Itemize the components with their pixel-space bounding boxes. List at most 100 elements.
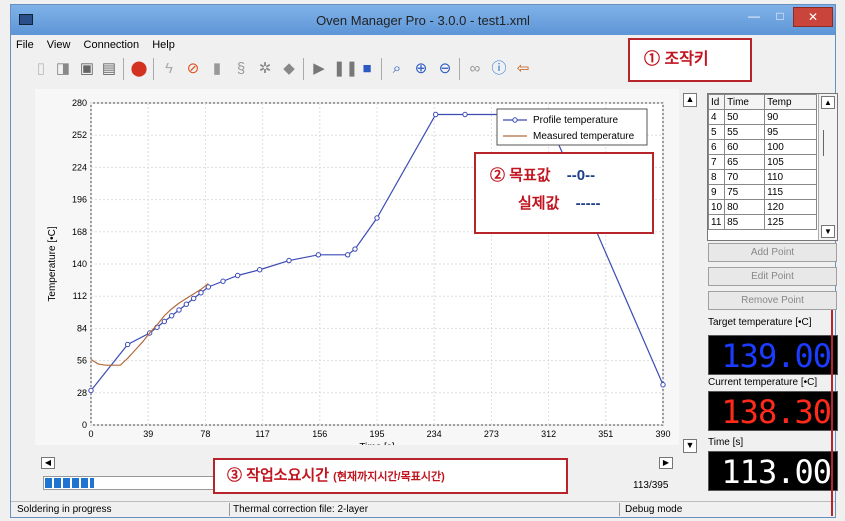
annotation-label: 작업소요시간 xyxy=(246,467,329,484)
annotation-number: ③ xyxy=(227,467,243,484)
fan-icon[interactable]: ✲ xyxy=(255,58,275,80)
scroll-left-button[interactable]: ◀ xyxy=(41,457,55,469)
maximize-button[interactable]: □ xyxy=(767,7,793,27)
zoom-in-icon[interactable]: ⊕ xyxy=(411,58,431,80)
profile-point[interactable] xyxy=(660,382,666,388)
zoom-fit-icon[interactable]: ⌕ xyxy=(387,58,407,80)
cell-id: 4 xyxy=(707,109,726,125)
save-as-icon[interactable]: ▤ xyxy=(99,58,119,80)
cell-temp: 110 xyxy=(764,169,818,185)
cell-time: 65 xyxy=(724,154,766,170)
open-icon[interactable]: ◨ xyxy=(53,58,73,80)
cell-id: 5 xyxy=(707,124,726,140)
lightning-icon[interactable]: ϟ xyxy=(159,58,179,80)
remove-point-button[interactable]: Remove Point xyxy=(708,291,837,310)
profile-point[interactable] xyxy=(176,307,182,313)
table-scroll-thumb[interactable] xyxy=(823,130,833,156)
menu-connection[interactable]: Connection xyxy=(79,37,145,53)
steam-icon[interactable]: § xyxy=(231,58,251,80)
play-icon[interactable]: ▶ xyxy=(309,58,329,80)
table-scroll-down-button[interactable]: ▼ xyxy=(821,225,835,238)
close-button[interactable]: ✕ xyxy=(793,7,833,27)
profile-point[interactable] xyxy=(256,267,263,273)
progress-bar xyxy=(43,476,215,490)
chart-scroll-down-button[interactable]: ▼ xyxy=(683,439,697,453)
profile-point[interactable] xyxy=(161,318,168,325)
profile-point[interactable] xyxy=(88,387,94,394)
status-text: Soldering in progress xyxy=(17,504,112,515)
y-tick-label: 224 xyxy=(72,162,87,172)
profile-point[interactable] xyxy=(374,215,380,221)
profile-point[interactable] xyxy=(168,313,175,319)
legend-label: Measured temperature xyxy=(533,131,635,142)
table-row[interactable]: 11 85 125 xyxy=(707,214,818,230)
annotation-actual-label: 실제값 xyxy=(518,195,560,212)
x-tick-label: 390 xyxy=(655,429,670,439)
chart-svg: 0 39 78 117 156 195 234 273 312 351 390 0 28 56 84 112 1… xyxy=(47,98,671,453)
menu-view[interactable]: View xyxy=(42,37,76,53)
cell-id: 8 xyxy=(707,169,726,185)
annotation-label: 조작키 xyxy=(664,51,709,68)
x-tick-label: 351 xyxy=(598,429,613,439)
info-icon[interactable]: ⓘ xyxy=(489,58,509,80)
y-axis-label: Temperature [•C] xyxy=(47,226,58,301)
edit-point-button[interactable]: Edit Point xyxy=(708,267,837,286)
table-row[interactable]: 9 75 115 xyxy=(707,184,818,200)
profile-point[interactable] xyxy=(198,290,204,296)
y-tick-label: 112 xyxy=(73,291,87,301)
x-tick-label: 78 xyxy=(200,429,210,439)
points-table-panel: Id Time Temp 4 50 90 5 55 95 6 60 100 7 65 105 8 70 11… xyxy=(707,93,838,241)
current-temperature-label: Current temperature [•C] xyxy=(708,377,818,388)
legend-label: Profile temperature xyxy=(533,115,618,126)
x-tick-label: 0 xyxy=(88,429,93,439)
pause-icon[interactable]: ❚❚ xyxy=(333,58,358,80)
device-icon[interactable]: ▮ xyxy=(207,58,227,80)
profile-point[interactable] xyxy=(190,295,197,302)
link-icon[interactable]: ∞ xyxy=(465,58,485,80)
stop-icon[interactable]: ■ xyxy=(357,58,377,80)
zoom-out-icon[interactable]: ⊖ xyxy=(435,58,455,80)
profile-point[interactable] xyxy=(234,272,241,279)
annotation-number: ① xyxy=(644,51,661,68)
x-tick-label: 234 xyxy=(427,429,442,439)
new-icon[interactable]: ▯ xyxy=(31,58,51,80)
profile-point[interactable] xyxy=(344,252,351,258)
points-table[interactable]: Id Time Temp 4 50 90 5 55 95 6 60 100 7 65 105 8 70 11… xyxy=(707,94,818,230)
cell-time: 55 xyxy=(724,124,766,140)
add-point-button[interactable]: Add Point xyxy=(708,243,837,262)
marker-icon[interactable]: ⬤ xyxy=(129,58,149,80)
profile-point[interactable] xyxy=(220,278,226,284)
table-scroll-up-button[interactable]: ▲ xyxy=(821,96,835,109)
chart-scroll-up-button[interactable]: ▲ xyxy=(683,93,697,107)
profile-point[interactable] xyxy=(286,257,292,264)
table-row[interactable]: 6 60 100 xyxy=(707,139,818,155)
save-icon[interactable]: ▣ xyxy=(77,58,97,80)
profile-point[interactable] xyxy=(352,246,358,252)
table-row[interactable]: 5 55 95 xyxy=(707,124,818,140)
cell-id: 10 xyxy=(707,199,726,215)
menu-file[interactable]: File xyxy=(11,37,39,53)
table-row[interactable]: 10 80 120 xyxy=(707,199,818,215)
minimize-button[interactable]: — xyxy=(741,7,767,27)
annotation-target-label: 목표값 xyxy=(509,167,551,184)
scroll-right-button[interactable]: ▶ xyxy=(659,457,673,469)
profile-point[interactable] xyxy=(315,252,322,258)
heater-icon[interactable]: ◆ xyxy=(279,58,299,80)
annotation-number: ② xyxy=(490,167,506,184)
table-row[interactable]: 7 65 105 xyxy=(707,154,818,170)
profile-point[interactable] xyxy=(432,111,439,118)
temperature-chart[interactable]: 0 39 78 117 156 195 234 273 312 351 390 0 28 56 84 112 1… xyxy=(35,89,679,453)
stop-sign-icon[interactable]: ⊘ xyxy=(183,58,203,80)
table-scrollbar[interactable]: ▲ ▼ xyxy=(818,94,837,240)
title-bar[interactable]: Oven Manager Pro - 3.0.0 - test1.xml — □… xyxy=(11,5,835,35)
profile-point[interactable] xyxy=(124,341,131,348)
table-row[interactable]: 4 50 90 xyxy=(707,109,818,125)
table-header-row: Id Time Temp xyxy=(707,94,818,110)
y-tick-label: 56 xyxy=(77,356,87,366)
exit-icon[interactable]: ⇦ xyxy=(513,58,533,80)
cell-time: 70 xyxy=(724,169,766,185)
table-row[interactable]: 8 70 110 xyxy=(707,169,818,185)
menu-help[interactable]: Help xyxy=(147,37,180,53)
profile-point[interactable] xyxy=(183,301,190,307)
profile-point[interactable] xyxy=(462,111,468,118)
